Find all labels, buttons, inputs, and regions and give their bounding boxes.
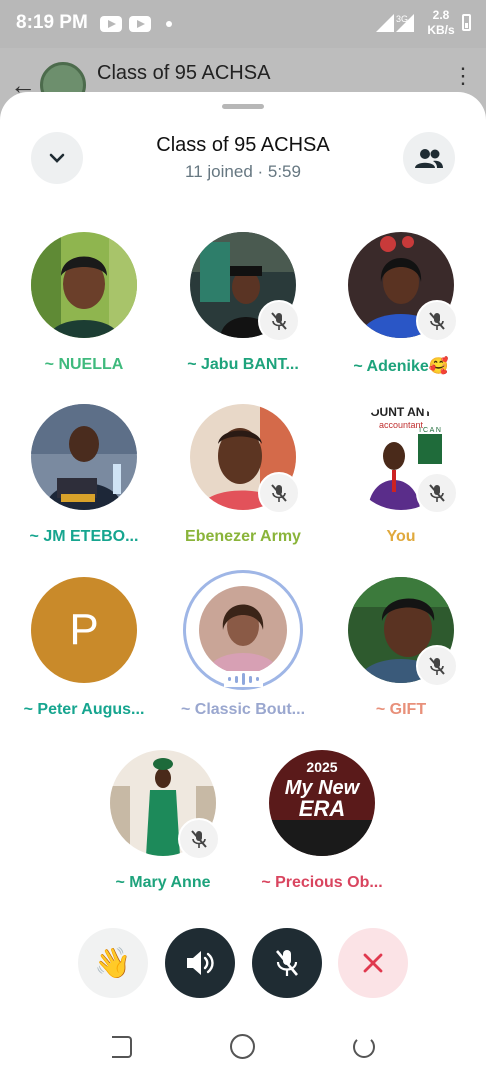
- raise-hand-button[interactable]: 👋: [78, 928, 148, 998]
- drag-handle[interactable]: [222, 104, 264, 109]
- participant-tile[interactable]: OUNT ANT accountant I C A N You: [326, 404, 476, 564]
- participant-tile[interactable]: Ebenezer Army: [168, 404, 318, 564]
- avatar-banner-text: OUNT ANT: [370, 405, 432, 419]
- youtube-notification-icon: [129, 16, 151, 32]
- participant-avatar: 2025 My New ERA: [269, 750, 375, 856]
- participant-tile[interactable]: P ~ Peter Augus...: [9, 577, 159, 737]
- avatar-title-line2: ERA: [299, 796, 345, 821]
- participant-name: ~ Peter Augus...: [23, 701, 145, 718]
- status-time: 8:19 PM: [16, 12, 88, 33]
- avatar-year-text: 2025: [306, 759, 337, 775]
- more-options-icon[interactable]: ⋮: [452, 65, 474, 87]
- muted-badge: [416, 645, 458, 687]
- background-chat-header: ← Class of 95 ACHSA ⋮: [0, 48, 486, 108]
- participant-name: ~ Adenike🥰: [353, 358, 449, 375]
- participant-name: You: [386, 528, 416, 545]
- participants-button[interactable]: [403, 132, 455, 184]
- participant-name: ~ Jabu BANT...: [187, 356, 299, 373]
- close-icon: [363, 953, 383, 973]
- mute-button[interactable]: [252, 928, 322, 998]
- background-chat-title[interactable]: Class of 95 ACHSA: [97, 62, 270, 85]
- participant-tile[interactable]: ~ GIFT: [326, 577, 476, 737]
- mic-off-icon: [271, 484, 287, 502]
- participant-tile[interactable]: ~ Mary Anne: [88, 750, 238, 910]
- people-icon: [415, 149, 443, 168]
- youtube-notification-icon: [100, 16, 122, 32]
- muted-badge: [178, 818, 220, 860]
- speaker-icon: [187, 951, 214, 975]
- muted-badge: [258, 472, 300, 514]
- participant-initial-avatar: P: [31, 577, 137, 683]
- voice-chat-sheet: Class of 95 ACHSA 11 joined · 5:59 ~ NUE…: [0, 92, 486, 1080]
- speaking-indicator: [224, 671, 263, 687]
- mic-off-icon: [429, 484, 445, 502]
- participant-tile[interactable]: ~ Jabu BANT...: [168, 232, 318, 392]
- participant-avatar: [31, 232, 137, 338]
- back-icon[interactable]: [353, 1036, 375, 1058]
- participant-tile[interactable]: 2025 My New ERA ~ Precious Ob...: [247, 750, 397, 910]
- system-navigation-bar: [0, 1012, 486, 1080]
- mic-off-icon: [429, 657, 445, 675]
- mic-off-icon: [429, 312, 445, 330]
- participant-tile[interactable]: ~ Adenike🥰: [326, 232, 476, 392]
- participant-name: ~ JM ETEBO...: [29, 528, 139, 545]
- participant-name: ~ Precious Ob...: [261, 874, 383, 891]
- muted-badge: [416, 472, 458, 514]
- muted-badge: [416, 300, 458, 342]
- participant-name: ~ Classic Bout...: [180, 701, 306, 718]
- participant-name: ~ Mary Anne: [115, 874, 211, 891]
- notification-dot-icon: [166, 21, 172, 27]
- avatar-logo-text: I C A N: [419, 427, 441, 434]
- battery-icon: [462, 14, 471, 31]
- participant-name: ~ GIFT: [375, 701, 427, 718]
- participant-avatar: [199, 586, 287, 674]
- network-speed-value: 2.8: [432, 8, 450, 22]
- avatar-banner-sub: accountant: [379, 420, 424, 430]
- participant-tile[interactable]: ~ NUELLA: [9, 232, 159, 392]
- participant-tile[interactable]: ~ Classic Bout...: [168, 570, 318, 737]
- recents-icon[interactable]: [112, 1036, 132, 1058]
- muted-badge: [258, 300, 300, 342]
- mic-off-icon: [191, 830, 207, 848]
- signal-icon: [376, 14, 394, 32]
- status-bar: 8:19 PM 3G 2.8 KB/s: [0, 0, 486, 48]
- participant-name: Ebenezer Army: [185, 528, 301, 545]
- waving-hand-icon: 👋: [94, 946, 132, 980]
- mic-off-icon: [271, 312, 287, 330]
- network-speed: 2.8 KB/s: [424, 8, 458, 38]
- network-speed-unit: KB/s: [427, 23, 455, 37]
- participant-avatar: [31, 404, 137, 510]
- home-icon[interactable]: [230, 1034, 255, 1059]
- participant-tile[interactable]: ~ JM ETEBO...: [9, 404, 159, 564]
- participant-name: ~ NUELLA: [44, 356, 124, 373]
- speaker-button[interactable]: [165, 928, 235, 998]
- mic-off-icon: [276, 950, 298, 976]
- signal-icon: [396, 14, 414, 32]
- leave-call-button[interactable]: [338, 928, 408, 998]
